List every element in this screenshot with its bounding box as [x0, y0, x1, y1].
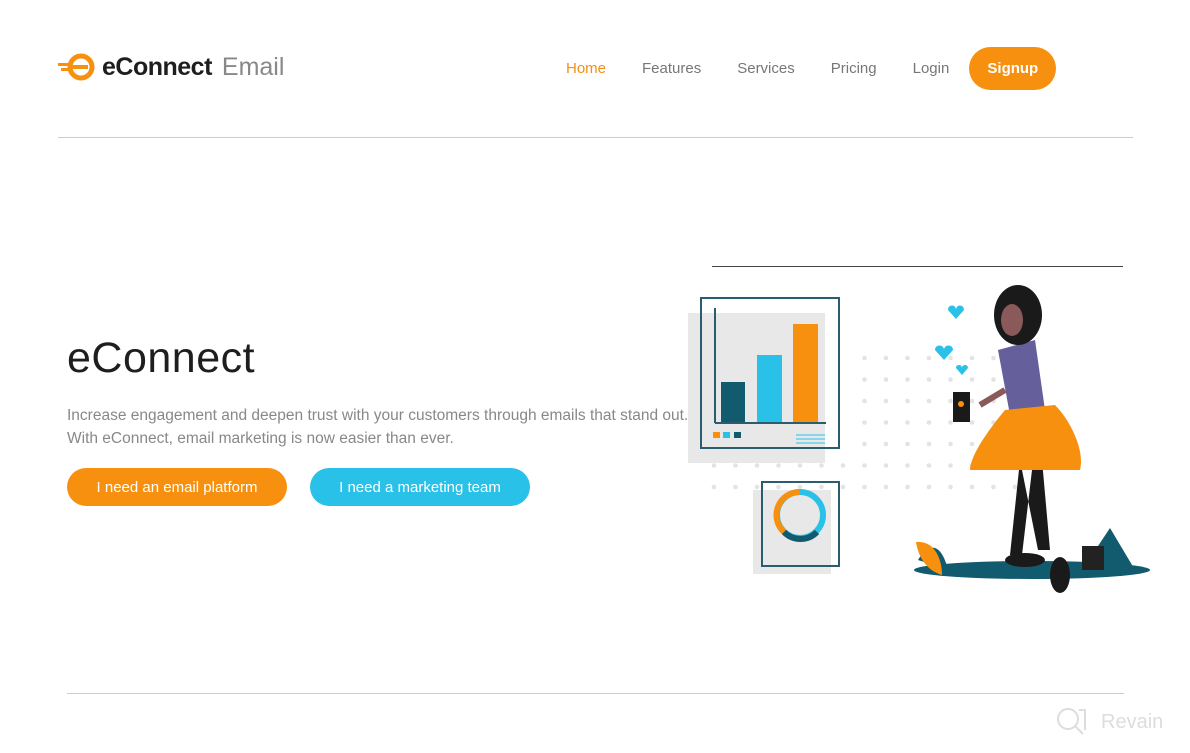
dot	[926, 355, 932, 361]
hero-description: Increase engagement and deepen trust wit…	[67, 407, 689, 447]
dot	[733, 463, 738, 468]
dot	[969, 420, 975, 425]
main-nav: Home Features Services Pricing Login Sig…	[548, 47, 1057, 90]
dot	[862, 441, 867, 447]
dot	[926, 441, 932, 447]
dot	[905, 398, 910, 404]
dot	[754, 484, 760, 490]
dot	[991, 355, 996, 361]
dot	[926, 398, 932, 404]
dot	[905, 463, 910, 468]
dot	[969, 398, 975, 404]
dot	[948, 420, 953, 425]
divider	[712, 266, 1123, 267]
logo[interactable]: eConnect Email	[58, 52, 284, 82]
divider	[58, 137, 1133, 138]
dot	[840, 484, 846, 490]
dot	[883, 398, 889, 404]
marketing-team-button[interactable]: I need a marketing team	[310, 468, 530, 506]
dot	[776, 463, 781, 468]
dot	[840, 463, 846, 468]
dot	[862, 398, 867, 404]
dot	[711, 484, 717, 490]
dot	[926, 484, 932, 490]
dot	[991, 377, 996, 382]
dot	[905, 377, 910, 382]
watermark-text: Revain	[1101, 710, 1164, 733]
signup-button[interactable]: Signup	[969, 47, 1057, 90]
dot	[905, 355, 910, 361]
dot	[883, 441, 889, 447]
hero-illustration	[688, 285, 1150, 593]
email-platform-button[interactable]: I need an email platform	[67, 468, 287, 506]
dot	[862, 484, 867, 490]
dot	[969, 484, 975, 490]
dot	[948, 398, 953, 404]
dot	[883, 355, 889, 361]
dot	[797, 463, 803, 468]
divider	[67, 693, 1124, 694]
dot	[883, 463, 889, 468]
dot	[711, 463, 717, 468]
dot	[862, 420, 867, 425]
nav-features[interactable]: Features	[642, 60, 701, 77]
logo-text: eConnect	[102, 52, 212, 81]
dot	[926, 463, 932, 468]
dot	[754, 463, 760, 468]
dot	[905, 484, 910, 490]
dot	[862, 463, 867, 468]
dot	[862, 355, 867, 361]
dot	[969, 441, 975, 447]
dot	[883, 420, 889, 425]
dot	[969, 377, 975, 382]
dot	[926, 377, 932, 382]
dot	[819, 484, 824, 490]
hero-title: eConnect	[67, 334, 256, 382]
dot	[948, 441, 953, 447]
dot	[883, 484, 889, 490]
dot	[733, 484, 738, 490]
dot	[905, 420, 910, 425]
dot	[926, 420, 932, 425]
dot	[948, 484, 953, 490]
nav-pricing[interactable]: Pricing	[831, 60, 877, 77]
nav-login[interactable]: Login	[913, 60, 950, 77]
dot	[969, 355, 975, 361]
watermark: Revain	[1055, 706, 1163, 738]
dot	[905, 441, 910, 447]
revain-logo-icon	[1057, 708, 1086, 735]
dot	[862, 377, 867, 382]
dot	[1012, 484, 1018, 490]
dot	[948, 377, 953, 382]
dot	[883, 377, 889, 382]
dot	[776, 484, 781, 490]
dot	[797, 484, 803, 490]
dot	[991, 484, 996, 490]
logo-text-secondary: Email	[221, 52, 285, 81]
nav-services[interactable]: Services	[737, 60, 795, 77]
logo-icon	[58, 53, 95, 81]
dot	[948, 355, 953, 361]
dot	[819, 463, 824, 468]
dot	[948, 463, 953, 468]
nav-home[interactable]: Home	[566, 60, 606, 77]
